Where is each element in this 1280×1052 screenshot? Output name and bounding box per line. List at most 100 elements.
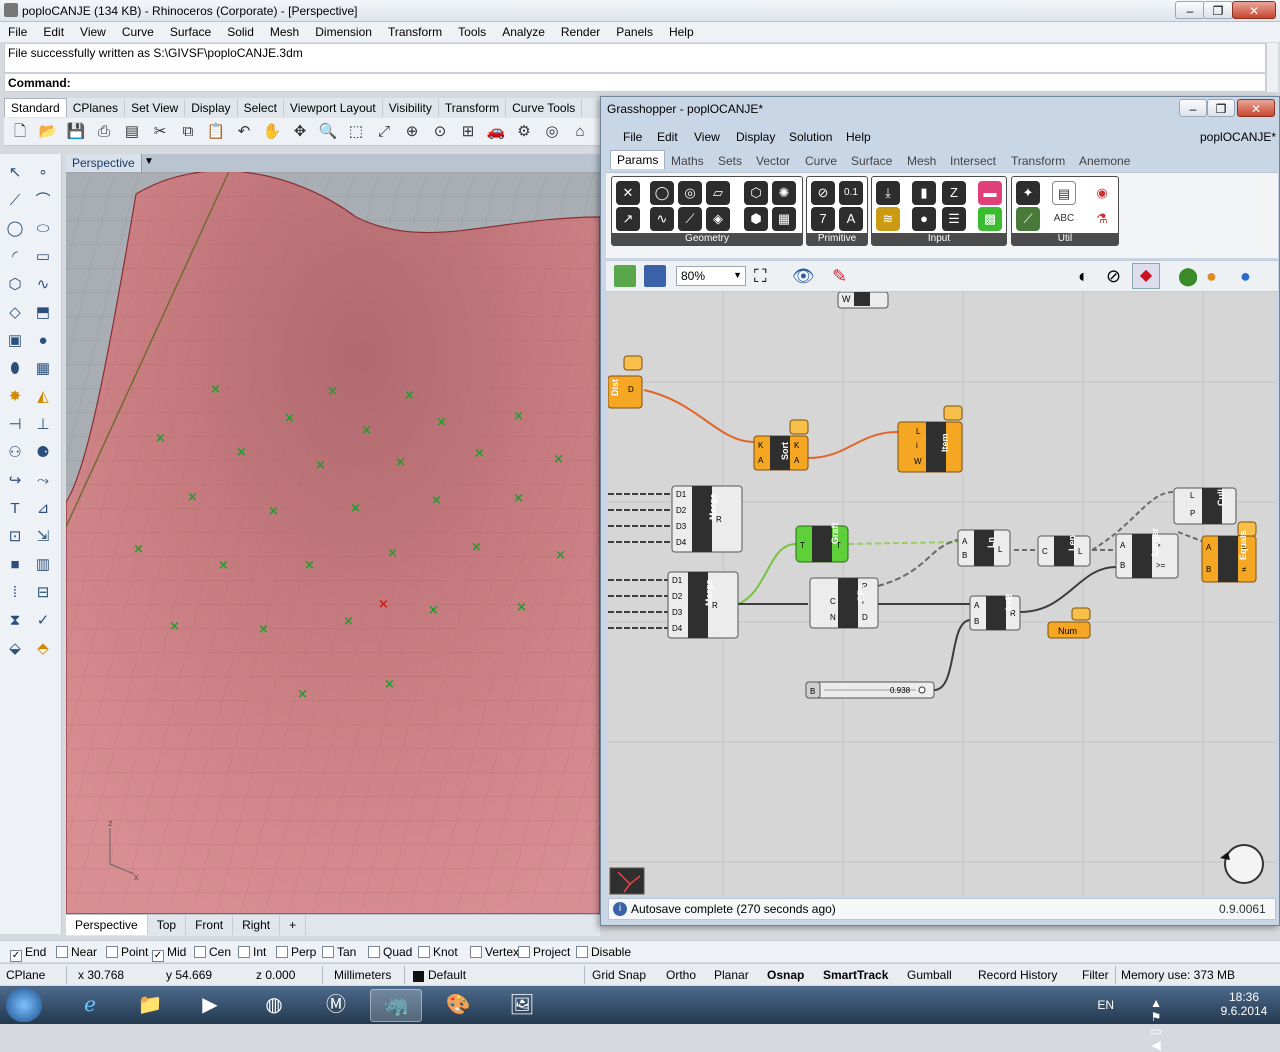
gh-param-field-icon[interactable]: ▦ [772, 207, 796, 231]
material-icon[interactable]: ⬘ [32, 638, 54, 660]
rhino-taskbar-icon[interactable]: 🦏 [370, 989, 422, 1022]
gh-param-integer-icon[interactable]: 7 [811, 207, 835, 231]
gh-tab-params[interactable]: Params [610, 150, 666, 169]
media-player-icon[interactable]: ▶ [184, 989, 236, 1022]
array-icon[interactable]: ⁞ [4, 582, 26, 604]
four-viewports-icon[interactable]: ⊞ [458, 122, 478, 142]
tray-language[interactable]: EN [1097, 998, 1114, 1012]
point-marker[interactable]: × [315, 458, 326, 473]
gh-tab-anemone[interactable]: Anemone [1079, 154, 1130, 168]
trim-icon[interactable]: ⊣ [4, 414, 26, 436]
gh-globe-icon[interactable]: ● [1240, 265, 1251, 287]
menu-edit[interactable]: Edit [35, 22, 72, 39]
menu-mesh[interactable]: Mesh [262, 22, 307, 39]
menu-dimension[interactable]: Dimension [307, 22, 380, 39]
zoom-window-icon[interactable]: ⬚ [346, 122, 366, 142]
osnap-checkbox[interactable]: ✓ [152, 950, 164, 962]
gh-param-boolean-icon[interactable]: ⊘ [811, 181, 835, 205]
osnap-checkbox[interactable] [470, 946, 482, 958]
polygon-icon[interactable]: ⬡ [4, 274, 26, 296]
status-layer[interactable]: Default [428, 968, 466, 982]
gh-minimize-button[interactable]: – [1179, 99, 1207, 117]
gh-tab-surface[interactable]: Surface [851, 154, 892, 168]
point-marker[interactable]: × [553, 452, 564, 467]
point-marker[interactable]: × [431, 493, 442, 508]
osnap-end[interactable]: ✓ End [10, 945, 46, 962]
point-marker[interactable]: × [155, 431, 166, 446]
split-icon[interactable]: ⊥ [32, 414, 54, 436]
osnap-checkbox[interactable] [238, 946, 250, 958]
paste-icon[interactable]: 📋 [206, 122, 226, 142]
gh-input-button-icon[interactable]: ● [912, 207, 936, 231]
osnap-checkbox[interactable]: ✓ [10, 950, 22, 962]
dimension-icon[interactable]: ⊿ [32, 498, 54, 520]
menu-render[interactable]: Render [553, 22, 608, 39]
tab-set-view[interactable]: Set View [125, 99, 186, 117]
gh-widget-icon[interactable] [609, 867, 645, 895]
status-osnap[interactable]: Osnap [767, 968, 804, 982]
gh-param-vector-icon[interactable]: ↗ [616, 207, 640, 231]
point-marker[interactable]: × [436, 415, 447, 430]
point-marker[interactable]: × [471, 540, 482, 555]
freeform-curve-icon[interactable]: ∿ [32, 274, 54, 296]
rectangle-icon[interactable]: ▭ [32, 246, 54, 268]
minimize-button[interactable]: – [1175, 1, 1205, 19]
osnap-checkbox[interactable] [518, 946, 530, 958]
gh-tab-vector[interactable]: Vector [756, 154, 790, 168]
selected-point-marker[interactable]: × [378, 597, 389, 612]
gh-input-graph-icon[interactable]: ≋ [876, 207, 900, 231]
osnap-checkbox[interactable] [106, 946, 118, 958]
menu-file[interactable]: File [0, 22, 35, 39]
status-units[interactable]: Millimeters [334, 968, 391, 982]
gh-preview-selected-icon[interactable]: ◆ [1132, 263, 1160, 289]
vtab-top[interactable]: Top [148, 915, 187, 935]
point-marker[interactable]: × [555, 548, 566, 563]
cube-icon[interactable]: ■ [4, 554, 26, 576]
gh-param-plane-icon[interactable]: ◈ [706, 207, 730, 231]
point-marker[interactable]: × [513, 409, 524, 424]
point-marker[interactable]: × [428, 603, 439, 618]
explode-icon[interactable]: ✸ [4, 386, 26, 408]
menu-tools[interactable]: Tools [450, 22, 494, 39]
gh-component-sort[interactable]: KA KA Sort [753, 419, 809, 471]
osnap-knot[interactable]: Knot [418, 945, 458, 959]
gh-component-len[interactable]: C L Len [1037, 535, 1091, 567]
status-ortho[interactable]: Ortho [666, 968, 696, 982]
gh-tab-intersect[interactable]: Intersect [950, 154, 996, 168]
gh-tab-sets[interactable]: Sets [718, 154, 742, 168]
gh-component-item[interactable]: LiW Item [897, 405, 963, 473]
gh-component-ln[interactable]: AB L Ln [957, 529, 1011, 567]
zoom-extents-icon[interactable]: ⤢ [374, 122, 394, 142]
tab-display[interactable]: Display [185, 99, 238, 117]
extrude-icon[interactable]: ⬒ [32, 302, 54, 324]
offset-icon[interactable]: ⤳ [32, 470, 54, 492]
point-marker[interactable]: × [395, 455, 406, 470]
gh-param-brep-icon[interactable]: ⬢ [744, 207, 768, 231]
status-planar[interactable]: Planar [714, 968, 749, 982]
gh-zoom-select[interactable]: 80% ▼ [676, 266, 746, 286]
grid-icon[interactable]: ▥ [32, 554, 54, 576]
menu-solid[interactable]: Solid [219, 22, 262, 39]
point-marker[interactable]: × [258, 622, 269, 637]
gh-param-arc-icon[interactable]: ◎ [678, 181, 702, 205]
gh-save-icon[interactable] [644, 265, 666, 287]
open-folder-icon[interactable]: 📂 [38, 122, 58, 142]
gh-param-number-icon[interactable]: 0.1 [839, 181, 863, 205]
gh-input-gradient-icon[interactable]: ▬ [978, 181, 1002, 205]
gh-util-scribble-icon[interactable]: ◉ [1090, 181, 1114, 205]
gh-menu-solution[interactable]: Solution [789, 130, 832, 144]
join-icon[interactable]: ⚈ [32, 442, 54, 464]
import-icon[interactable]: ▤ [122, 122, 142, 142]
circle-icon[interactable]: ◯ [4, 218, 26, 240]
gh-close-button[interactable]: ✕ [1237, 99, 1275, 117]
gh-tab-curve[interactable]: Curve [805, 154, 837, 168]
gh-component-cull[interactable]: LP Cull [1173, 487, 1237, 525]
zoom-selected-icon[interactable]: ⊕ [402, 122, 422, 142]
point-marker[interactable]: × [187, 490, 198, 505]
layer-icon[interactable]: ⊟ [32, 582, 54, 604]
curve-cv-icon[interactable]: ⌒ [32, 190, 54, 212]
gh-component-dist[interactable]: Dist D [608, 355, 643, 409]
gh-util-panel-icon[interactable]: ▤ [1052, 181, 1076, 205]
gh-component-graft[interactable]: TT Graft [795, 522, 849, 563]
osnap-near[interactable]: Near [56, 945, 97, 959]
